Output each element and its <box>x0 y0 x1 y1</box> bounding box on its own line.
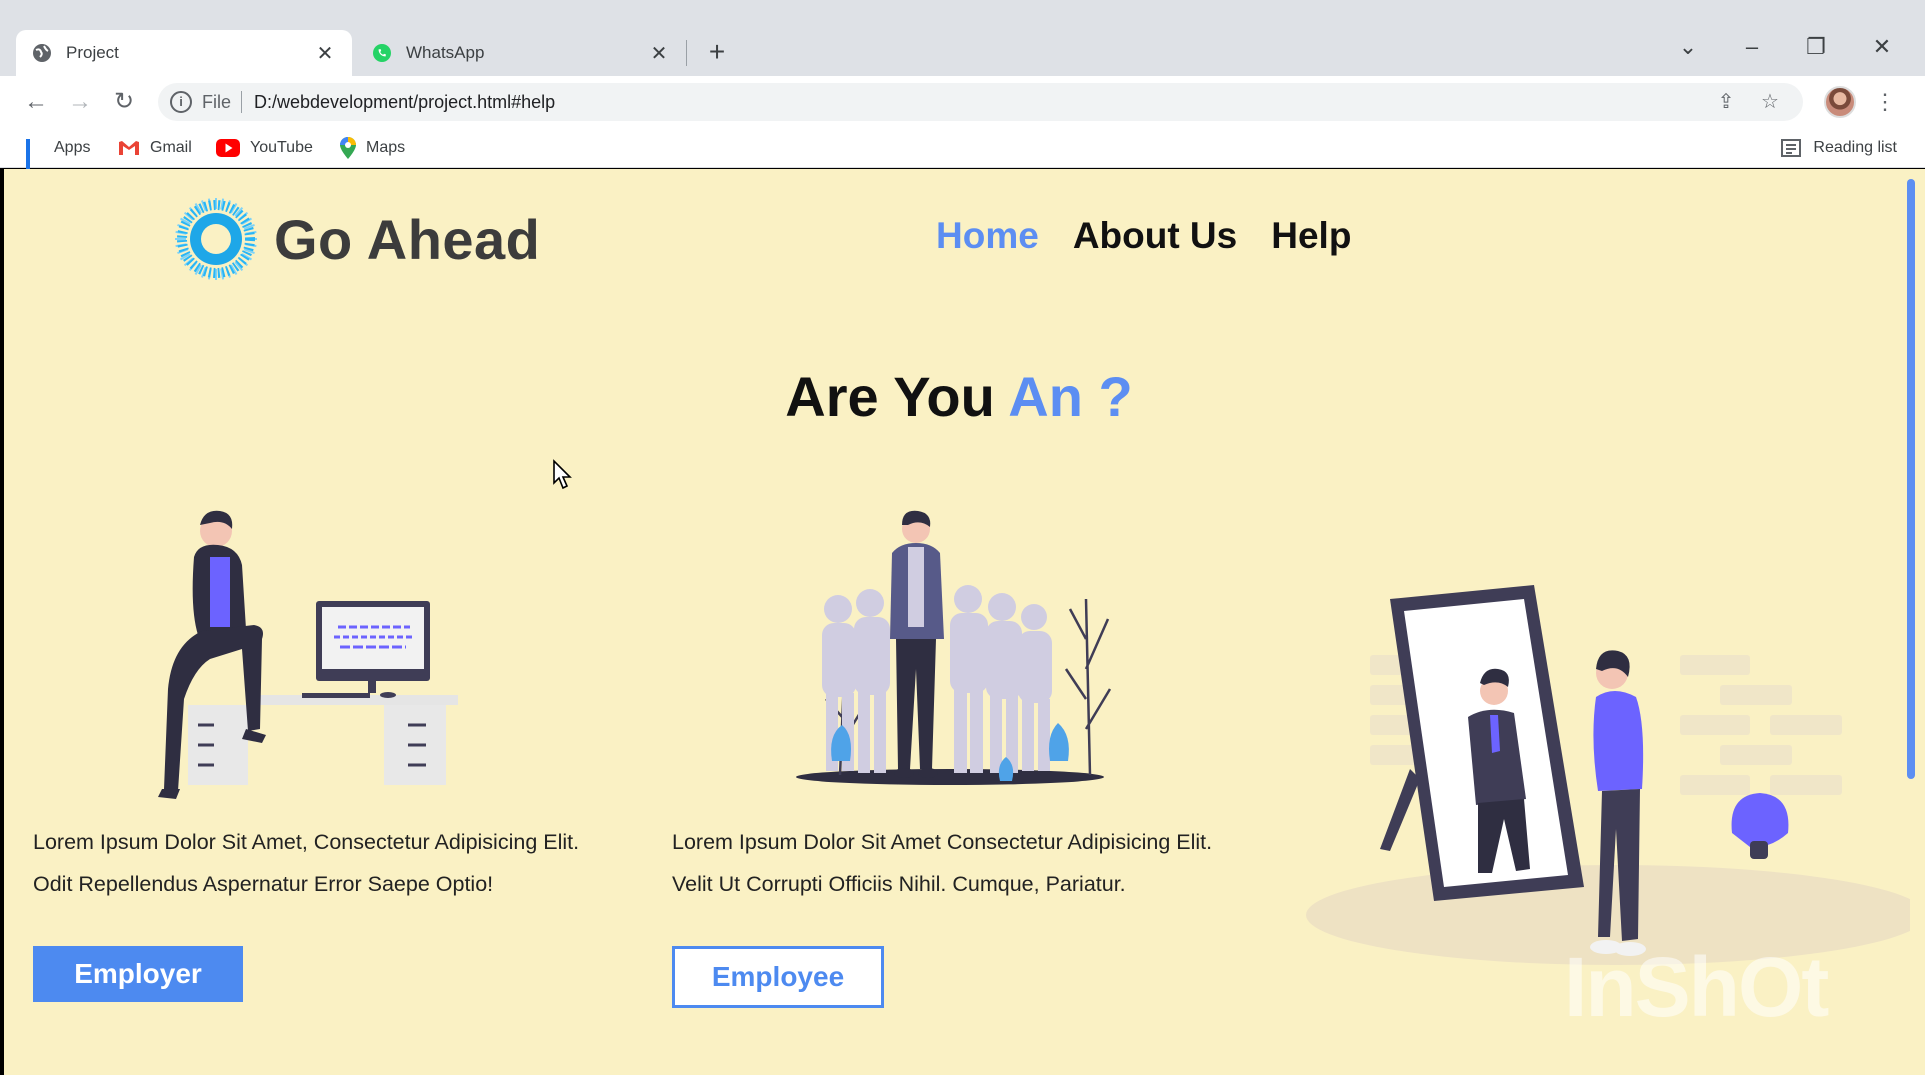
whatsapp-icon <box>373 44 391 62</box>
page-viewport: Go Ahead Home About Us Help Are You An ? <box>4 169 1925 1075</box>
back-arrow-icon[interactable]: ← <box>20 86 52 118</box>
nav-help[interactable]: Help <box>1271 215 1351 257</box>
mouse-cursor-icon <box>553 459 572 490</box>
star-bookmark-icon[interactable]: ☆ <box>1757 89 1783 115</box>
employer-description: Lorem Ipsum Dolor Sit Amet, Consectetur … <box>33 821 579 905</box>
heading-main: Are You <box>785 365 1009 428</box>
page-heading: Are You An ? <box>4 364 1914 429</box>
globe-icon <box>33 44 51 62</box>
address-scheme: File <box>202 91 232 112</box>
restore-icon[interactable]: ❐ <box>1794 30 1838 64</box>
employer-desk-illustration <box>158 510 458 799</box>
address-url: D:/webdevelopment/project.html#help <box>254 91 556 112</box>
employer-text-line-2: Odit Repellendus Aspernatur Error Saepe … <box>33 872 494 896</box>
youtube-icon <box>216 139 240 157</box>
brand-logo[interactable]: Go Ahead <box>174 197 540 281</box>
bookmark-label: Gmail <box>150 139 192 156</box>
menu-kebab-icon[interactable]: ⋮ <box>1874 86 1896 118</box>
tab-close-icon[interactable]: ✕ <box>648 41 670 66</box>
close-window-icon[interactable]: ✕ <box>1860 30 1904 64</box>
nav-home[interactable]: Home <box>936 215 1039 257</box>
bookmark-youtube[interactable]: YouTube <box>216 136 313 160</box>
tab-title: Project <box>66 43 119 62</box>
bookmark-label: Maps <box>366 139 406 156</box>
minimize-icon[interactable]: – <box>1730 30 1774 64</box>
reading-list-label: Reading list <box>1813 139 1897 156</box>
employer-text-line-1: Lorem Ipsum Dolor Sit Amet, Consectetur … <box>33 830 580 854</box>
maps-pin-icon <box>340 137 356 159</box>
reload-icon[interactable]: ↻ <box>108 86 140 118</box>
tab-whatsapp[interactable]: WhatsApp ✕ <box>356 30 686 76</box>
tab-title: WhatsApp <box>406 43 485 62</box>
info-icon[interactable]: i <box>170 91 192 113</box>
bookmark-apps[interactable]: Apps <box>26 136 91 175</box>
bookmark-gmail[interactable]: Gmail <box>118 136 192 160</box>
address-bar[interactable]: i File D:/webdevelopment/project.html#he… <box>158 83 1803 121</box>
employee-text-line-2: Velit Ut Corrupti Officiis Nihil. Cumque… <box>672 872 1126 896</box>
employee-description: Lorem Ipsum Dolor Sit Amet Consectetur A… <box>672 821 1212 905</box>
address-divider <box>241 91 243 113</box>
brand-name: Go Ahead <box>274 207 541 271</box>
bookmark-label: YouTube <box>250 139 313 156</box>
employee-button[interactable]: Employee <box>672 946 884 1008</box>
gmail-icon <box>119 141 139 155</box>
share-icon[interactable]: ⇪ <box>1713 89 1739 115</box>
browser-titlebar: Project ✕ WhatsApp ✕ + ⌄ – ❐ ✕ <box>0 0 1925 76</box>
bookmarks-bar: Apps Gmail YouTube Maps Reading list <box>0 128 1925 175</box>
mirror-illustration <box>1306 585 1910 965</box>
profile-avatar[interactable] <box>1824 86 1856 118</box>
browser-toolbar: ← → ↻ i File D:/webdevelopment/project.h… <box>0 76 1925 128</box>
bookmark-label: Apps <box>54 139 91 156</box>
inshot-watermark: InShOt <box>1564 940 1829 1034</box>
reading-list-icon <box>1781 139 1802 157</box>
new-tab-icon[interactable]: + <box>700 36 734 70</box>
employee-text-line-1: Lorem Ipsum Dolor Sit Amet Consectetur A… <box>672 830 1213 854</box>
nav-about-us[interactable]: About Us <box>1073 215 1237 257</box>
forward-arrow-icon[interactable]: → <box>64 86 96 118</box>
tab-separator <box>686 40 687 66</box>
employee-group-illustration <box>796 510 1112 785</box>
tab-project[interactable]: Project ✕ <box>16 30 352 76</box>
bookmark-maps[interactable]: Maps <box>340 136 405 160</box>
main-nav: Home About Us Help <box>936 215 1351 257</box>
tab-close-icon[interactable]: ✕ <box>314 41 336 66</box>
tab-search-chevron-icon[interactable]: ⌄ <box>1666 30 1710 64</box>
heading-highlight: An ? <box>1008 365 1133 428</box>
apps-grid-icon <box>26 139 44 175</box>
employer-button[interactable]: Employer <box>33 946 243 1002</box>
reading-list[interactable]: Reading list <box>1781 136 1897 160</box>
sun-logo-icon <box>175 198 257 280</box>
